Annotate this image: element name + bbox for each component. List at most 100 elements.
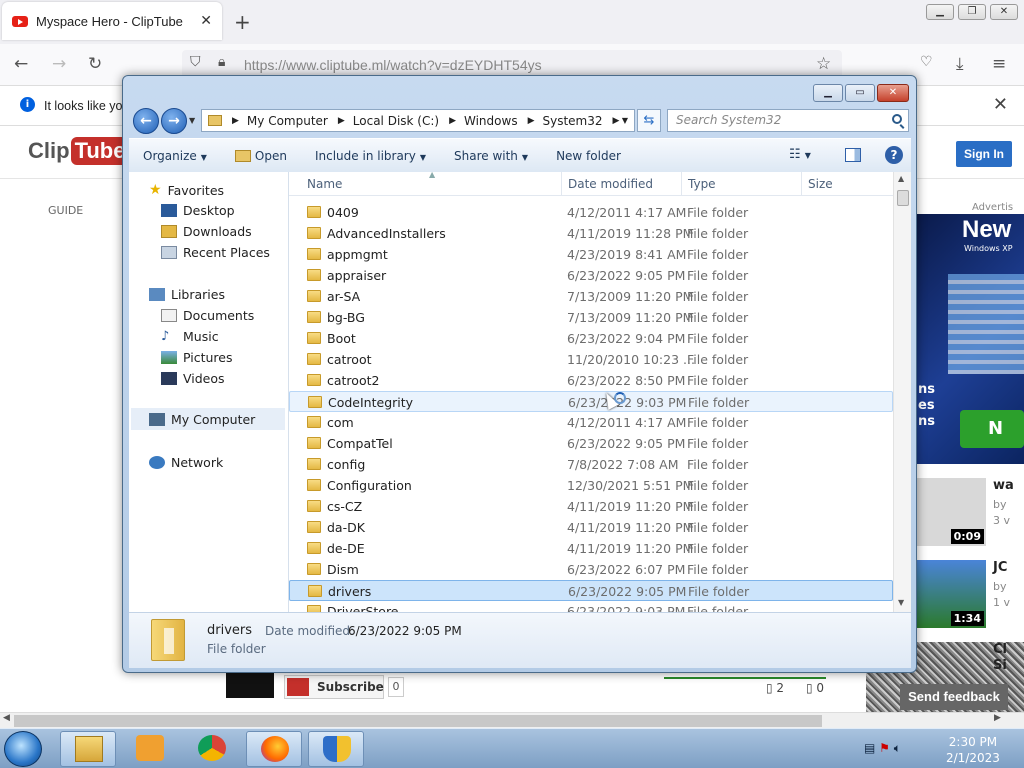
scroll-down-icon[interactable]: ▼ [898,598,904,607]
related-title[interactable]: wa [993,478,1014,493]
related-title[interactable]: Cl [993,642,1007,657]
column-divider[interactable] [681,172,682,196]
nav-pictures[interactable]: Pictures [161,350,233,365]
taskbar-firefox[interactable] [246,731,302,767]
file-row[interactable]: bg-BG 7/13/2009 11:20 PM File folder [289,307,893,328]
close-window-button[interactable]: ✕ [990,4,1018,20]
preview-pane-icon[interactable] [845,148,861,162]
file-row[interactable]: Dism 6/23/2022 6:07 PM File folder [289,559,893,580]
scroll-thumb[interactable] [14,715,822,727]
nav-music[interactable]: ♪ Music [161,329,219,344]
bookmark-star-icon[interactable]: ☆ [816,54,831,74]
share-with-button[interactable]: Share with ▼ [454,149,528,163]
dislike-count[interactable]: ▯ 0 [806,681,824,695]
minimize-button[interactable]: ▁ [926,4,954,20]
breadcrumb-arrow-icon[interactable]: ▶ [613,116,620,126]
restore-button[interactable]: ❐ [958,4,986,20]
explorer-forward-icon[interactable]: → [161,108,187,134]
file-row[interactable]: cs-CZ 4/11/2019 11:20 PM File folder [289,496,893,517]
file-row[interactable]: catroot2 6/23/2022 8:50 PM File folder [289,370,893,391]
reload-icon[interactable]: ↻ [88,54,102,74]
like-count[interactable]: ▯ 2 [766,681,784,695]
nav-my-computer[interactable]: My Computer [131,408,285,430]
search-icon[interactable] [892,114,902,124]
file-row[interactable]: ar-SA 7/13/2009 11:20 PM File folder [289,286,893,307]
file-row[interactable]: da-DK 4/11/2019 11:20 PM File folder [289,517,893,538]
taskbar-media-player[interactable] [122,731,178,767]
ad-button[interactable]: N [960,410,1024,448]
breadcrumb-arrow-icon[interactable]: ▶ [338,116,345,126]
breadcrumb-my-computer[interactable]: My Computer [247,114,328,128]
file-row[interactable]: CompatTel 6/23/2022 9:05 PM File folder [289,433,893,454]
file-row[interactable]: config 7/8/2022 7:08 AM File folder [289,454,893,475]
breadcrumb-arrow-icon[interactable]: ▶ [449,116,456,126]
organize-button[interactable]: Organize ▼ [143,149,207,163]
shield-icon[interactable]: ⛉ [190,54,201,70]
nav-videos[interactable]: Videos [161,371,225,386]
explorer-close-button[interactable]: ✕ [877,84,909,102]
explorer-back-icon[interactable]: ← [133,108,159,134]
address-bar[interactable]: ▶ My Computer ▶ Local Disk (C:) ▶ Window… [201,109,635,132]
nav-recent-places[interactable]: Recent Places [161,245,270,260]
nav-libraries[interactable]: Libraries [149,287,225,302]
explorer-minimize-button[interactable]: ▁ [813,84,843,102]
address-dropdown-icon[interactable]: ▼ [622,116,628,125]
vertical-scrollbar[interactable]: ▲ ▼ [893,172,911,612]
search-input[interactable]: Search System32 [667,109,909,132]
breadcrumb-arrow-icon[interactable]: ▶ [232,116,239,126]
related-thumbnail[interactable]: 0:09 [916,478,986,546]
taskbar-security[interactable] [308,731,364,767]
pocket-icon[interactable]: ♡ [920,54,933,70]
send-feedback-button[interactable]: Send feedback [900,684,1008,710]
file-row[interactable]: CodeIntegrity 6/23/2022 9:03 PM File folde… [289,391,893,412]
nav-documents[interactable]: Documents [161,308,254,323]
column-name[interactable]: Name [307,177,342,191]
file-row[interactable]: DriverStore 6/23/2022 9:03 PM File folder [289,601,893,612]
scroll-left-icon[interactable]: ◀ [3,713,10,723]
column-date-modified[interactable]: Date modified [568,177,653,191]
file-row[interactable]: 0409 4/12/2011 4:17 AM File folder [289,202,893,223]
open-button[interactable]: Open [234,149,287,163]
clock[interactable]: 2:30 PM 2/1/2023 [946,734,1000,766]
taskbar-chrome[interactable] [184,731,240,767]
file-row[interactable]: Boot 6/23/2022 9:04 PM File folder [289,328,893,349]
breadcrumb-local-disk[interactable]: Local Disk (C:) [353,114,439,128]
related-thumbnail[interactable]: 1:34 [916,560,986,628]
breadcrumb-arrow-icon[interactable]: ▶ [528,116,535,126]
explorer-maximize-button[interactable]: ▭ [845,84,875,102]
file-row[interactable]: catroot 11/20/2010 10:23 ... File folder [289,349,893,370]
scroll-up-icon[interactable]: ▲ [898,174,904,183]
new-tab-button[interactable]: + [234,10,251,34]
file-row[interactable]: Configuration 12/30/2021 5:51 PM File fold… [289,475,893,496]
column-type[interactable]: Type [688,177,716,191]
downloads-icon[interactable]: ⤓ [956,54,964,74]
related-title[interactable]: JC [993,560,1007,575]
breadcrumb-windows[interactable]: Windows [464,114,518,128]
advertisement[interactable]: New Windows XP ns es ns N [916,214,1024,464]
include-in-library-button[interactable]: Include in library ▼ [315,149,426,163]
browser-tab[interactable]: Myspace Hero - ClipTube ✕ [2,2,222,40]
lock-icon[interactable]: 🔒︎ [218,54,225,70]
new-folder-button[interactable]: New folder [556,149,621,163]
file-row[interactable]: com 4/12/2011 4:17 AM File folder [289,412,893,433]
close-tab-icon[interactable]: ✕ [200,13,212,29]
nav-desktop[interactable]: Desktop [161,203,235,218]
breadcrumb-system32[interactable]: System32 [543,114,603,128]
file-row[interactable]: appraiser 6/23/2022 9:05 PM File folder [289,265,893,286]
sign-in-button[interactable]: Sign In [956,141,1012,167]
column-size[interactable]: Size [808,177,833,191]
help-icon[interactable]: ? [885,146,903,164]
menu-icon[interactable]: ≡ [992,54,1006,74]
nav-network[interactable]: Network [149,455,223,470]
file-row[interactable]: drivers 6/23/2022 9:05 PM File folder [289,580,893,601]
taskbar-explorer[interactable] [60,731,116,767]
horizontal-scrollbar[interactable]: ◀ ▶ [0,712,1024,728]
refresh-icon[interactable]: ⇆ [637,109,661,132]
recent-pages-chevron-icon[interactable]: ▼ [189,116,195,125]
nav-downloads[interactable]: Downloads [161,224,252,239]
file-row[interactable]: AdvancedInstallers 4/11/2019 11:28 PM File… [289,223,893,244]
tray-icons[interactable]: ▤ ⚑ 🔈︎ [864,741,901,756]
column-divider[interactable] [561,172,562,196]
view-options-icon[interactable]: ☷ ▼ [789,147,811,162]
nav-favorites[interactable]: ★ Favorites [149,182,224,198]
